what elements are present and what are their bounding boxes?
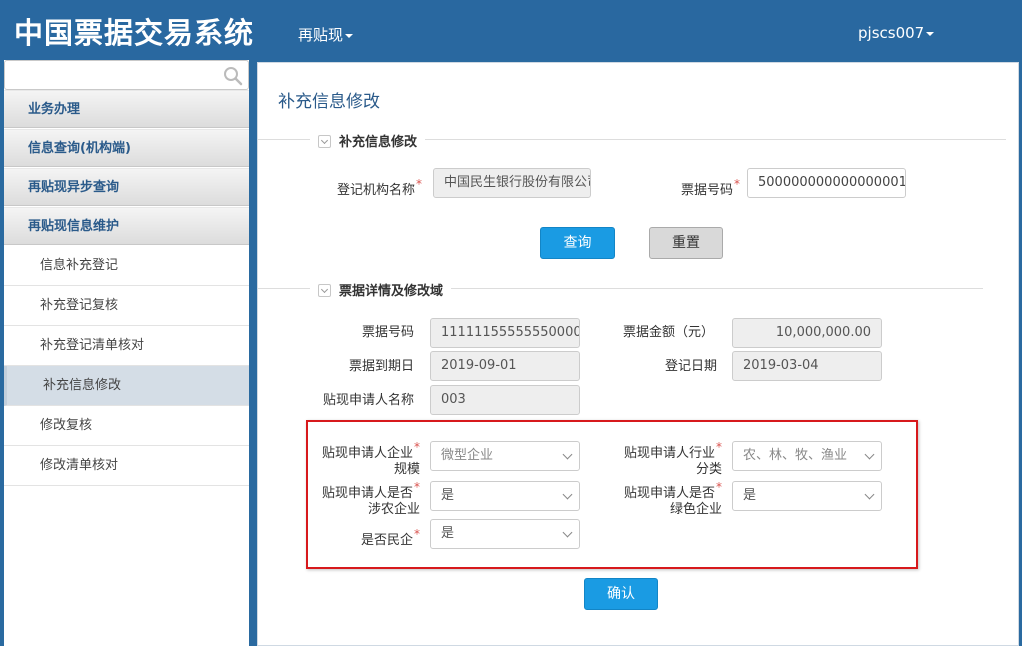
search-icon[interactable] [223, 66, 243, 86]
detail-bill-no-field: 111111555555500000 [430, 318, 580, 348]
enterprise-scale-label-1: 贴现申请人企业 [321, 446, 413, 461]
nav-group-info-query[interactable]: 信息查询(机构端) [4, 129, 249, 167]
private-enterprise-select[interactable]: 是 [430, 519, 580, 549]
app-title: 中国票据交易系统 [14, 16, 255, 50]
sidebar-search [4, 60, 249, 90]
user-menu[interactable]: pjscs007 [858, 24, 935, 42]
main-panel: 补充信息修改 补充信息修改 登记机构名称* 中国民生银行股份有限公司 票据号码*… [257, 62, 1019, 646]
sidebar-item-modify-list-check[interactable]: 修改清单核对 [4, 446, 249, 486]
required-mark: * [414, 480, 420, 494]
nav-group-business[interactable]: 业务办理 [4, 90, 249, 128]
applicant-name-label: 贴现申请人名称 [322, 393, 414, 408]
top-header: 中国票据交易系统 再贴现 pjscs007 [0, 0, 1022, 60]
bill-no-label: 票据号码* [638, 176, 740, 199]
section-title: 票据详情及修改域 [339, 284, 444, 299]
reset-button[interactable]: 重置 [649, 227, 723, 259]
sidebar-item-modify-review[interactable]: 修改复核 [4, 406, 249, 446]
due-date-field: 2019-09-01 [430, 351, 580, 381]
page-title: 补充信息修改 [278, 92, 380, 112]
section-header-supplement[interactable]: 补充信息修改 [310, 131, 426, 150]
module-menu[interactable]: 再贴现 [298, 24, 354, 45]
private-enterprise-value: 是 [441, 526, 455, 541]
required-mark: * [716, 480, 722, 494]
chevron-down-icon [345, 33, 354, 38]
bill-no-input[interactable]: 500000000000000001 [747, 168, 906, 198]
chevron-down-icon [562, 489, 573, 500]
green-enterprise-value: 是 [743, 488, 757, 503]
required-mark: * [416, 177, 422, 191]
collapse-icon[interactable] [318, 135, 331, 148]
green-enterprise-label: 贴现申请人是否* 绿色企业 [598, 479, 722, 518]
module-menu-label: 再贴现 [298, 26, 344, 44]
amount-field: 10,000,000.00 [732, 318, 882, 348]
agri-enterprise-select[interactable]: 是 [430, 481, 580, 511]
register-date-label: 登记日期 [664, 359, 717, 374]
sidebar-item-supplement-register[interactable]: 信息补充登记 [4, 246, 249, 286]
required-mark: * [414, 527, 420, 541]
required-mark: * [414, 440, 420, 454]
chevron-down-icon [926, 31, 935, 36]
nav-group-info-maintenance[interactable]: 再贴现信息维护 [4, 207, 249, 245]
industry-select[interactable]: 农、林、牧、渔业 [732, 441, 882, 471]
sidebar-search-input[interactable] [11, 65, 211, 85]
org-name-label-text: 登记机构名称 [336, 183, 415, 198]
section-title: 补充信息修改 [339, 135, 418, 150]
sidebar-panel: 业务办理 信息查询(机构端) 再贴现异步查询 再贴现信息维护 信息补充登记 补充… [4, 60, 249, 646]
bill-no-label-text: 票据号码 [680, 183, 733, 198]
register-date-field: 2019-03-04 [732, 351, 882, 381]
org-name-label: 登记机构名称* [318, 176, 422, 199]
enterprise-scale-value: 微型企业 [441, 448, 494, 463]
amount-label: 票据金额（元） [622, 325, 714, 340]
enterprise-scale-label: 贴现申请人企业* 规模 [298, 439, 420, 478]
chevron-down-icon [562, 449, 573, 460]
chevron-down-icon [864, 449, 875, 460]
chevron-down-icon [562, 527, 573, 538]
confirm-button[interactable]: 确认 [584, 578, 658, 610]
query-button[interactable]: 查询 [540, 227, 615, 259]
detail-bill-no-label: 票据号码 [361, 325, 414, 340]
green-enterprise-label-1: 贴现申请人是否 [623, 486, 715, 501]
nav-group-async-query[interactable]: 再贴现异步查询 [4, 168, 249, 206]
applicant-name-field: 003 [430, 385, 580, 415]
private-enterprise-label: 是否民企* [298, 526, 420, 549]
sidebar-item-supplement-modify[interactable]: 补充信息修改 [4, 366, 249, 406]
industry-value: 农、林、牧、渔业 [743, 448, 848, 463]
chevron-down-icon [864, 489, 875, 500]
agri-enterprise-label-1: 贴现申请人是否 [321, 486, 413, 501]
green-enterprise-label-2: 绿色企业 [669, 502, 722, 517]
industry-label: 贴现申请人行业* 分类 [598, 439, 722, 478]
sidebar: 业务办理 信息查询(机构端) 再贴现异步查询 再贴现信息维护 信息补充登记 补充… [0, 60, 252, 646]
section-header-details[interactable]: 票据详情及修改域 [310, 280, 452, 299]
enterprise-scale-label-2: 规模 [393, 462, 420, 477]
industry-label-2: 分类 [695, 462, 722, 477]
user-menu-label: pjscs007 [858, 24, 925, 42]
agri-enterprise-value: 是 [441, 488, 455, 503]
collapse-icon[interactable] [318, 284, 331, 297]
required-mark: * [734, 177, 740, 191]
sidebar-item-register-review[interactable]: 补充登记复核 [4, 286, 249, 326]
industry-label-1: 贴现申请人行业 [623, 446, 715, 461]
agri-enterprise-label: 贴现申请人是否* 涉农企业 [298, 479, 420, 518]
due-date-label: 票据到期日 [348, 359, 414, 374]
agri-enterprise-label-2: 涉农企业 [367, 502, 420, 517]
green-enterprise-select[interactable]: 是 [732, 481, 882, 511]
org-name-field: 中国民生银行股份有限公司 [433, 168, 591, 198]
enterprise-scale-select[interactable]: 微型企业 [430, 441, 580, 471]
required-mark: * [716, 440, 722, 454]
private-enterprise-label-text: 是否民企 [360, 533, 413, 548]
sidebar-item-register-list-check[interactable]: 补充登记清单核对 [4, 326, 249, 366]
